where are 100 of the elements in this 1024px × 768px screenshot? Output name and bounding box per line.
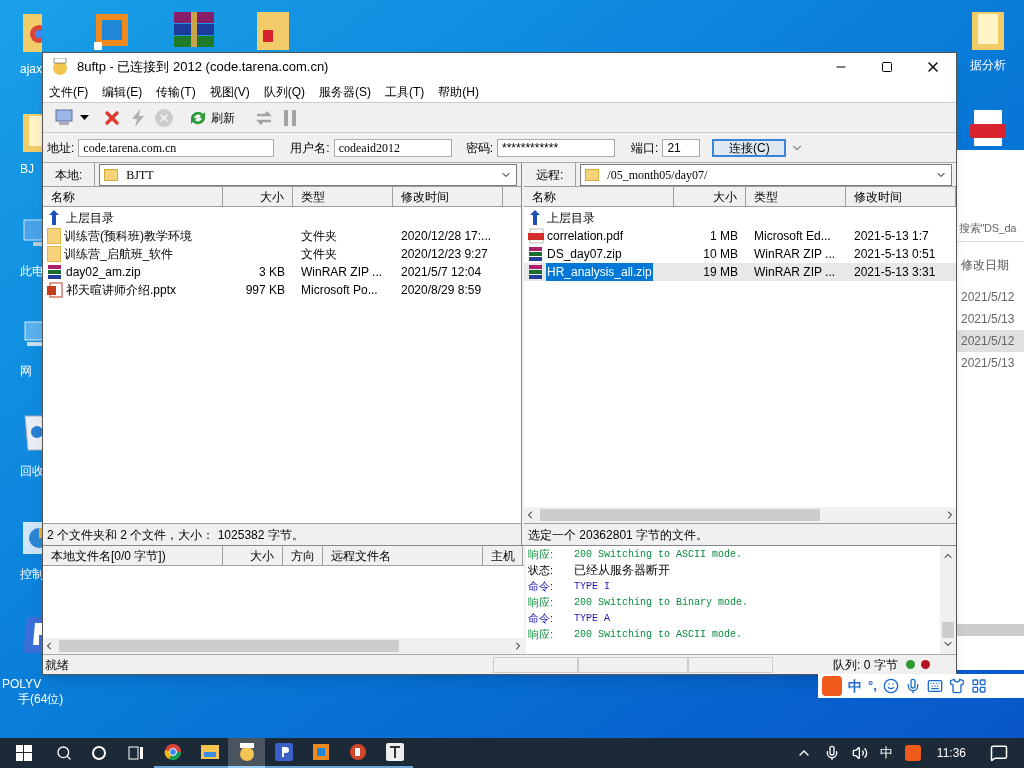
grid-icon[interactable] [970, 678, 987, 694]
skin-icon[interactable] [948, 678, 965, 694]
app-icon [385, 743, 404, 761]
desktop-icon-label: 此电 [20, 263, 44, 280]
password-label: 密码: [465, 139, 494, 157]
menu-item[interactable]: 队列(Q) [263, 82, 305, 101]
caret-icon [79, 115, 89, 120]
menu-item[interactable]: 工具(T) [385, 82, 425, 101]
scrollbar[interactable] [524, 507, 956, 523]
notification-icon[interactable] [990, 744, 1008, 762]
taskbar-button[interactable] [228, 738, 265, 768]
scroll-thumb[interactable] [59, 640, 399, 652]
password-field[interactable]: ************ [497, 138, 616, 157]
pdf-icon[interactable] [968, 108, 1008, 148]
folder-icon[interactable] [255, 10, 291, 52]
type-cell-text: WinRAR ZIP ... [753, 264, 837, 281]
file-row[interactable]: 上层目录 [43, 209, 521, 227]
column-header[interactable]: 修改时间 [846, 187, 956, 206]
status-light-icon [905, 660, 915, 669]
app-icon [274, 743, 293, 761]
scrollbar[interactable] [957, 624, 1024, 636]
folder-icon [47, 228, 61, 244]
date-cell-text: 2021/5/12 [960, 289, 1016, 306]
file-row[interactable]: HR_analysis_all.zip 19 MB WinRAR ZIP ... 2021-5-13 3:31 [524, 263, 956, 281]
menu-item[interactable]: 文件(F) [49, 82, 89, 101]
log-message: 已经从服务器断开 [574, 562, 670, 579]
ime-logo-icon[interactable] [822, 676, 842, 696]
username-field[interactable]: codeaid2012 [333, 138, 452, 157]
folder-icon [47, 246, 61, 262]
file-row[interactable]: 上层目录 [524, 209, 956, 227]
menu-item[interactable]: 传输(T) [156, 82, 196, 101]
emoji-icon[interactable] [882, 678, 899, 694]
punctuation-toggle[interactable]: °, [868, 676, 877, 696]
file-row[interactable]: 训练营(预科班)教学环境 文件夹 2020/12/28 17:... [43, 227, 521, 245]
file-name: 上层目录 [65, 210, 115, 227]
connect-button[interactable]: 连接(C) [712, 138, 787, 157]
desktop-icon-label: POLYV [2, 677, 42, 691]
status-light-icon [920, 660, 930, 669]
presentation-icon [348, 743, 367, 761]
menu-item[interactable]: 帮助(H) [438, 82, 479, 101]
log-message: TYPE A [574, 611, 610, 626]
path-dropdown[interactable]: /05_month05/day07/ [580, 163, 952, 186]
menu-item[interactable]: 编辑(E) [102, 82, 143, 101]
file-name: correlation.pdf [546, 228, 625, 245]
menu-item[interactable]: 服务器(S) [319, 82, 371, 101]
recycle-bin-icon[interactable] [21, 412, 42, 452]
column-header[interactable]: 大小 [674, 187, 746, 206]
modified-cell-text: 2020/12/23 9:27 [400, 246, 489, 263]
scroll-thumb[interactable] [942, 622, 954, 638]
column-header[interactable]: 主机 [483, 546, 523, 565]
pause-icon [284, 109, 296, 126]
column-header[interactable]: 名称 [524, 187, 674, 206]
app-icon[interactable] [21, 615, 42, 655]
refresh-icon [189, 109, 207, 126]
desktop-icon-label: 回收 [20, 463, 44, 480]
column-header[interactable]: 方向 [283, 546, 323, 565]
ime-logo-icon[interactable] [904, 745, 921, 761]
clock[interactable]: 11:36 [936, 744, 966, 762]
lightning-icon [131, 108, 145, 127]
browser-icon [163, 743, 182, 761]
keyboard-icon[interactable] [926, 678, 943, 694]
column-header[interactable]: 大小 [223, 546, 283, 565]
file-row[interactable]: correlation.pdf 1 MB Microsoft Ed... 2021-5-13 1:7 [524, 227, 956, 245]
task-view-icon [128, 746, 144, 760]
column-header[interactable]: 本地文件名[0/0 字节]) [43, 546, 223, 565]
archive-icon[interactable] [172, 10, 216, 50]
input-method[interactable]: 中 [879, 743, 893, 763]
archive-icon [528, 264, 544, 280]
address-field[interactable]: code.tarena.com.cn [78, 138, 275, 157]
menu-item[interactable]: 视图(V) [209, 82, 250, 101]
port-field[interactable]: 21 [662, 138, 701, 157]
log-message: 200 Switching to ASCII mode. [574, 627, 743, 642]
column-header[interactable]: 远程文件名 [323, 546, 483, 565]
file-row[interactable]: 祁天暄讲师介绍.pptx 997 KB Microsoft Po... 2020/8/29 8:59 [43, 281, 521, 299]
path-dropdown[interactable]: BJTT [99, 163, 517, 186]
scroll-thumb[interactable] [540, 509, 820, 521]
pane-status: 选定一个 20362801 字节的文件。 [524, 523, 956, 545]
volume-icon[interactable] [851, 745, 868, 761]
desktop-icon-label: 网 [20, 363, 32, 380]
scrollbar[interactable] [43, 638, 524, 654]
file-row[interactable]: 训练营_启航班_软件 文件夹 2020/12/23 9:27 [43, 245, 521, 263]
folder-icon[interactable] [21, 112, 42, 154]
column-header[interactable]: 大小 [223, 187, 293, 206]
log-label: 状态: [527, 562, 555, 578]
refresh-button[interactable]: 刷新 [185, 105, 239, 130]
column-header[interactable]: 修改时间 [393, 187, 503, 206]
column-header[interactable]: 名称 [43, 187, 223, 206]
control-panel-icon[interactable] [21, 520, 42, 556]
folder-icon[interactable] [970, 10, 1006, 52]
document-icon [47, 282, 63, 298]
folder-icon[interactable] [21, 12, 42, 54]
archive-icon [528, 246, 544, 262]
file-name: day02_am.zip [65, 264, 142, 281]
file-row[interactable]: day02_am.zip 3 KB WinRAR ZIP ... 2021/5/7 12:04 [43, 263, 521, 281]
app-icon [311, 743, 330, 761]
scrollbar[interactable] [940, 546, 956, 654]
column-header[interactable]: 类型 [746, 187, 846, 206]
column-header[interactable]: 类型 [293, 187, 393, 206]
ime-mode[interactable]: 中 [848, 675, 862, 697]
file-row[interactable]: DS_day07.zip 10 MB WinRAR ZIP ... 2021-5-13 0:51 [524, 245, 956, 263]
